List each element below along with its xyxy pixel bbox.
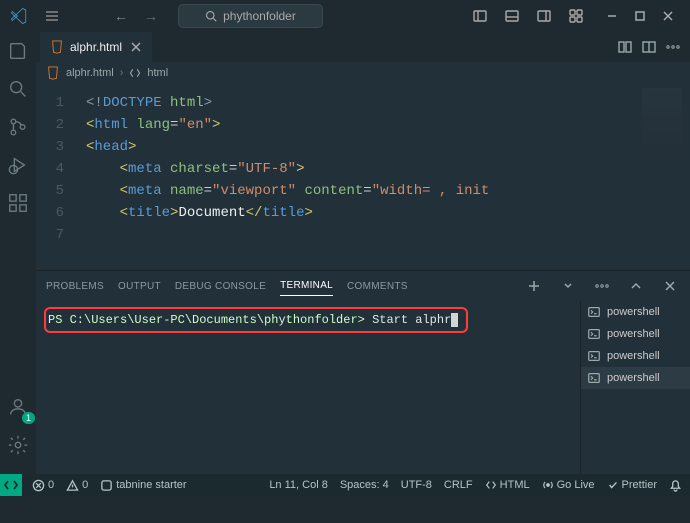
terminal-view[interactable]: PS C:\Users\User-PC\Documents\phythonfol… <box>36 301 580 474</box>
html-file-icon <box>50 40 64 54</box>
editor-area: alphr.html alphr.html › html 1234567 <!D… <box>36 32 690 474</box>
code-line: <meta charset="UTF-8"> <box>86 158 489 180</box>
split-editor-icon[interactable] <box>638 36 660 58</box>
activity-debug-icon[interactable] <box>3 150 33 180</box>
window-minimize-button[interactable] <box>598 2 626 30</box>
tab-label: alphr.html <box>70 40 122 54</box>
breadcrumb-file: alphr.html <box>66 67 114 79</box>
chevron-right-icon: › <box>120 67 124 79</box>
nav-back-button[interactable]: ← <box>106 4 136 28</box>
code-line: <html lang="en"> <box>86 114 489 136</box>
terminal-prompt: PS C:\Users\User-PC\Documents\phythonfol… <box>48 312 365 328</box>
minimap[interactable] <box>642 88 682 148</box>
status-bar: 0 0 tabnine starter Ln 11, Col 8 Spaces:… <box>0 474 690 496</box>
code-brackets-icon <box>129 67 141 79</box>
status-warnings[interactable]: 0 <box>64 479 90 492</box>
panel-maximize-button[interactable] <box>626 276 646 296</box>
accounts-badge: 1 <box>22 412 35 424</box>
breadcrumb[interactable]: alphr.html › html <box>36 62 690 84</box>
vscode-icon <box>10 7 28 25</box>
status-spaces[interactable]: Spaces: 4 <box>338 479 391 491</box>
line-number: 2 <box>36 114 64 136</box>
editor-tab-actions <box>614 36 690 58</box>
panel-tab-comments[interactable]: COMMENTS <box>347 277 408 296</box>
command-center-search[interactable]: phythonfolder <box>178 4 323 28</box>
status-ln-col[interactable]: Ln 11, Col 8 <box>267 479 330 491</box>
compare-changes-icon[interactable] <box>614 36 636 58</box>
status-encoding[interactable]: UTF-8 <box>399 479 434 491</box>
code-line: <!DOCTYPE html> <box>86 92 489 114</box>
code-content[interactable]: <!DOCTYPE html><html lang="en"><head> <m… <box>74 84 489 246</box>
panel-area: PROBLEMS OUTPUT DEBUG CONSOLE TERMINAL C… <box>36 270 690 474</box>
nav-forward-button[interactable]: → <box>136 4 166 28</box>
editor-viewport[interactable]: 1234567 <!DOCTYPE html><html lang="en"><… <box>36 84 690 270</box>
activity-search-icon[interactable] <box>3 74 33 104</box>
terminal-command: Start alphr <box>372 312 451 328</box>
terminal-list-item[interactable]: powershell <box>581 301 690 323</box>
title-bar: ← → phythonfolder <box>0 0 690 32</box>
status-errors[interactable]: 0 <box>30 479 56 492</box>
terminal-highlight-annotation: PS C:\Users\User-PC\Documents\phythonfol… <box>44 307 468 333</box>
terminal-list-item[interactable]: powershell <box>581 323 690 345</box>
line-number: 6 <box>36 202 64 224</box>
status-tabnine[interactable]: tabnine starter <box>98 479 188 492</box>
panel-body: PS C:\Users\User-PC\Documents\phythonfol… <box>36 301 690 474</box>
window-controls <box>598 2 682 30</box>
terminal-dropdown-button[interactable] <box>558 276 578 296</box>
activity-scm-icon[interactable] <box>3 112 33 142</box>
terminal-list: powershellpowershellpowershellpowershell <box>580 301 690 474</box>
window-close-button[interactable] <box>654 2 682 30</box>
more-actions-icon[interactable] <box>662 36 684 58</box>
editor-layout-group <box>466 2 590 30</box>
code-line <box>86 224 489 246</box>
activity-extensions-icon[interactable] <box>3 188 33 218</box>
html-file-icon <box>46 66 60 80</box>
status-go-live[interactable]: Go Live <box>540 479 597 491</box>
terminal-cursor <box>451 313 458 327</box>
activity-accounts-button[interactable]: 1 <box>3 392 33 422</box>
panel-tab-terminal[interactable]: TERMINAL <box>280 276 333 296</box>
terminal-list-item[interactable]: powershell <box>581 367 690 389</box>
search-text: phythonfolder <box>223 9 296 23</box>
activity-explorer-icon[interactable] <box>3 36 33 66</box>
code-line: <head> <box>86 136 489 158</box>
line-number: 4 <box>36 158 64 180</box>
main-body: 1 alphr.html alphr.html › html <box>0 32 690 474</box>
line-number: 7 <box>36 224 64 246</box>
line-number: 3 <box>36 136 64 158</box>
editor-tab[interactable]: alphr.html <box>40 32 152 62</box>
status-language[interactable]: HTML <box>483 479 532 491</box>
panel-tab-problems[interactable]: PROBLEMS <box>46 277 104 296</box>
code-line: <title>Document</title> <box>86 202 489 224</box>
panel-tab-debug[interactable]: DEBUG CONSOLE <box>175 277 266 296</box>
window-maximize-button[interactable] <box>626 2 654 30</box>
panel-tabs: PROBLEMS OUTPUT DEBUG CONSOLE TERMINAL C… <box>36 271 690 301</box>
terminal-new-button[interactable] <box>524 276 544 296</box>
line-number-gutter: 1234567 <box>36 84 74 246</box>
activity-settings-button[interactable] <box>3 430 33 460</box>
panel-tab-output[interactable]: OUTPUT <box>118 277 161 296</box>
status-notifications[interactable] <box>667 479 684 492</box>
terminal-list-item[interactable]: powershell <box>581 345 690 367</box>
status-prettier[interactable]: Prettier <box>605 479 659 491</box>
code-line: <meta name="viewport" content="width= , … <box>86 180 489 202</box>
activity-bar: 1 <box>0 32 36 474</box>
layout-sidebar-right-icon[interactable] <box>530 2 558 30</box>
panel-close-button[interactable] <box>660 276 680 296</box>
layout-sidebar-left-icon[interactable] <box>466 2 494 30</box>
layout-customize-icon[interactable] <box>562 2 590 30</box>
search-icon <box>205 10 217 22</box>
layout-panel-icon[interactable] <box>498 2 526 30</box>
remote-button[interactable] <box>0 474 22 496</box>
line-number: 1 <box>36 92 64 114</box>
tab-close-button[interactable] <box>128 39 144 55</box>
panel-more-button[interactable] <box>592 276 612 296</box>
menu-button[interactable] <box>38 4 66 28</box>
line-number: 5 <box>36 180 64 202</box>
status-eol[interactable]: CRLF <box>442 479 475 491</box>
editor-tabs: alphr.html <box>36 32 690 62</box>
breadcrumb-node: html <box>147 67 168 79</box>
